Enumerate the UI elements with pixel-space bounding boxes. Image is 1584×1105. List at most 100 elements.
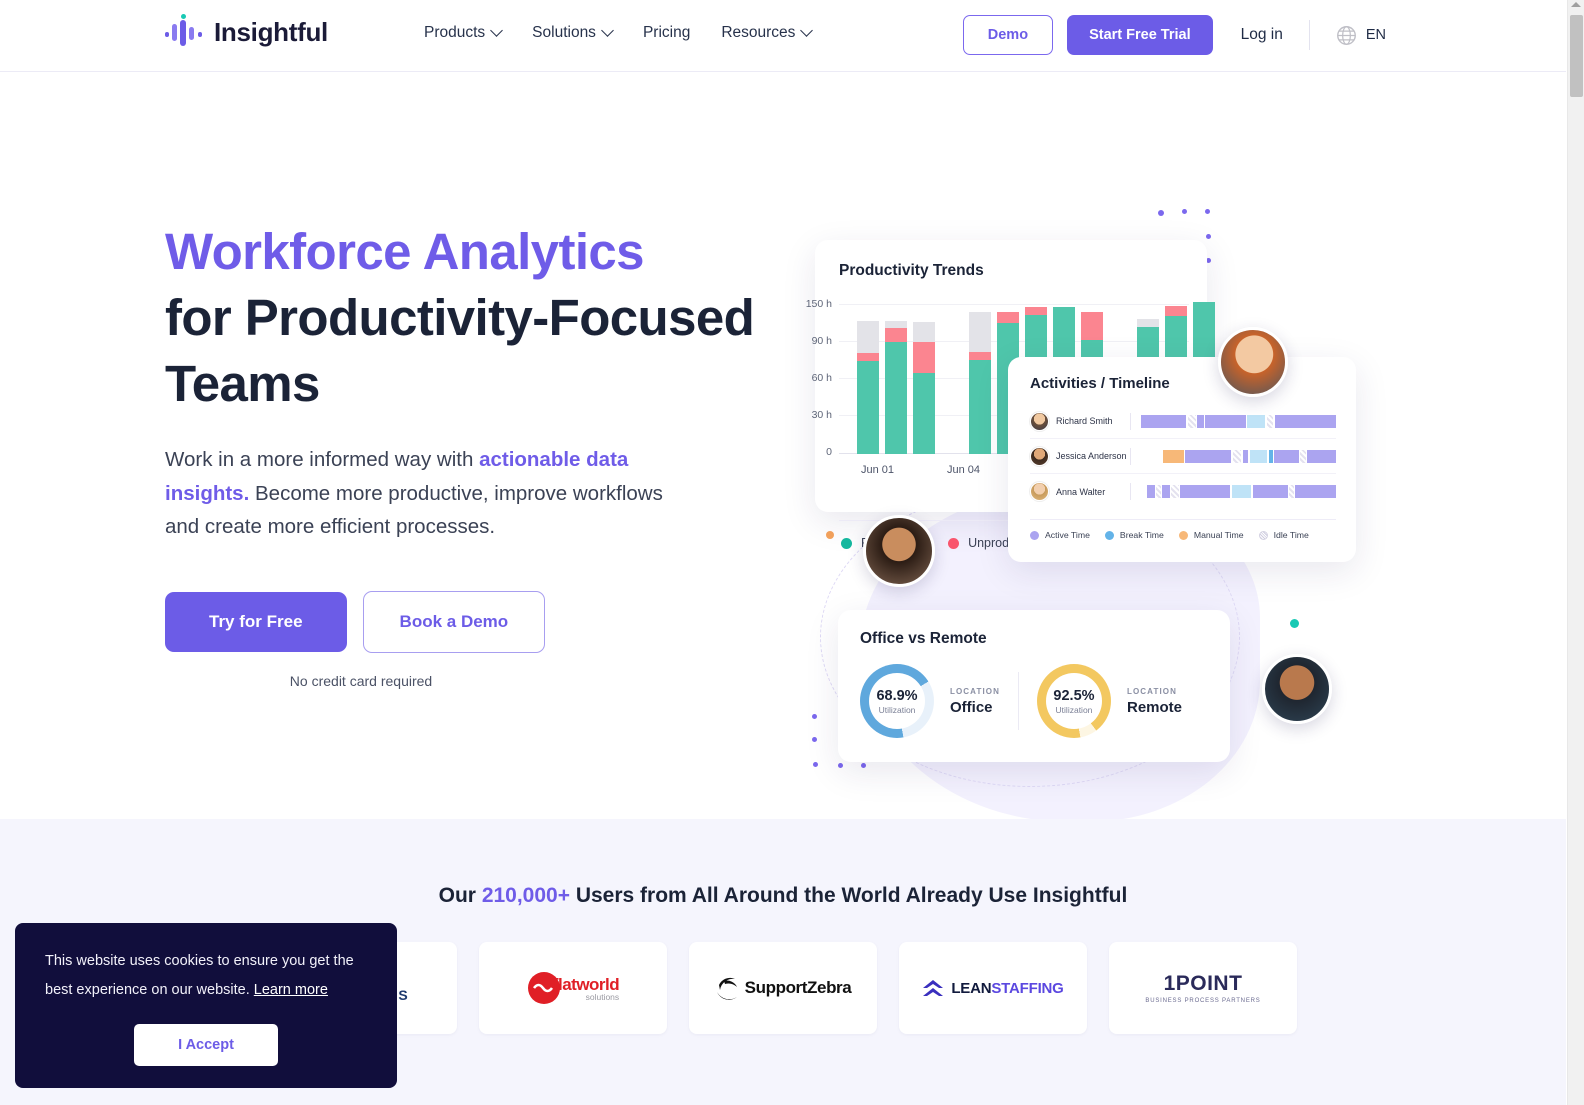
cookie-learn-more-link[interactable]: Learn more xyxy=(254,982,328,998)
hero-sub-part1: Work in a more informed way with xyxy=(165,448,480,471)
logo-card-flatworld[interactable]: flatworld solutions xyxy=(479,942,667,1034)
legend-label: Active Time xyxy=(1045,530,1090,540)
timeline-row[interactable]: Jessica Anderson xyxy=(1030,439,1337,474)
chart-bar xyxy=(913,321,935,454)
logo-sub: BUSINESS PROCESS PARTNERS xyxy=(1145,998,1261,1004)
logo-text: Insightful xyxy=(214,16,328,47)
decorative-dot xyxy=(1206,234,1211,239)
chart-bar-segment xyxy=(913,373,935,454)
chart-bar-segment xyxy=(969,360,991,454)
decorative-dot xyxy=(1290,619,1299,628)
book-a-demo-button[interactable]: Book a Demo xyxy=(362,590,546,653)
hero-cta-row: Try for Free Book a Demo xyxy=(165,590,785,653)
donut-caption: Utilization xyxy=(878,704,916,715)
language-selector[interactable]: EN xyxy=(1336,25,1386,46)
chart-bar-segment xyxy=(969,351,991,361)
logo-card-leanstaffing[interactable]: LEANSTAFFING xyxy=(899,942,1087,1034)
decorative-dot xyxy=(812,737,817,742)
divider xyxy=(1130,412,1131,430)
location-label: LOCATION xyxy=(1126,686,1177,696)
main-nav: Products Solutions Pricing Resources xyxy=(424,24,814,42)
chart-bar-segment xyxy=(913,342,935,374)
logo-card-1point[interactable]: 1POINT BUSINESS PROCESS PARTNERS xyxy=(1109,942,1297,1034)
location-value: Office xyxy=(950,698,993,716)
y-tick: 150 h xyxy=(805,298,832,310)
legend-dot-icon xyxy=(948,537,960,549)
decorative-dot xyxy=(1182,209,1187,214)
utilization-office: 68.9% Utilization LOCATION Office xyxy=(860,664,1000,738)
nav-item-solutions[interactable]: Solutions xyxy=(532,24,614,42)
decorative-dot xyxy=(812,714,817,719)
logo[interactable]: Insightful xyxy=(165,14,328,50)
x-tick: Jun 04 xyxy=(947,464,981,476)
chart-bar-segment xyxy=(1081,311,1103,340)
nav-item-resources[interactable]: Resources xyxy=(721,24,814,42)
chart-bar-segment xyxy=(969,311,991,352)
location-value: Remote xyxy=(1126,698,1182,716)
chart-bar-segment xyxy=(1165,305,1187,317)
remote-location-block: LOCATION Remote xyxy=(1127,687,1182,716)
login-link[interactable]: Log in xyxy=(1241,26,1283,44)
nav-label: Products xyxy=(424,24,486,41)
divider xyxy=(1017,672,1019,730)
avatar xyxy=(1030,411,1049,431)
donut-chart-remote: 92.5% Utilization xyxy=(1036,664,1111,738)
page-title: Workforce Analytics for Productivity-Foc… xyxy=(165,219,785,417)
insightful-logo-icon xyxy=(165,14,205,50)
donut-caption: Utilization xyxy=(1055,704,1093,715)
chart-bar-segment xyxy=(1025,306,1047,316)
proof-title-pre: Our xyxy=(438,884,482,907)
timeline-row-name: Richard Smith xyxy=(1056,416,1113,426)
timeline-row-name: Jessica Anderson xyxy=(1056,451,1127,461)
logo-card-supportzebra[interactable]: SupportZebra xyxy=(689,942,877,1034)
nav-label: Solutions xyxy=(532,24,596,41)
decorative-dot xyxy=(1158,210,1164,216)
logo-name: LEANSTAFFING xyxy=(951,979,1064,997)
supportzebra-mark-icon xyxy=(716,977,737,1000)
chart-bar-segment xyxy=(885,328,907,343)
y-tick: 30 h xyxy=(811,409,832,421)
chart-bar-segment xyxy=(857,361,879,454)
y-tick: 0 xyxy=(826,446,832,458)
nav-item-products[interactable]: Products xyxy=(424,24,504,42)
scrollbar-thumb[interactable] xyxy=(1570,15,1583,97)
chevron-down-icon xyxy=(601,24,614,37)
nav-item-pricing[interactable]: Pricing xyxy=(643,24,690,42)
legend-label: Break Time xyxy=(1119,530,1164,540)
timeline-row[interactable]: Richard Smith xyxy=(1030,404,1336,439)
activities-timeline-card: Activities / Timeline Richard Smith Jess… xyxy=(1008,357,1356,562)
legend-item-break-time: Break Time xyxy=(1104,530,1164,540)
chart-bar-segment xyxy=(997,311,1019,323)
chart-bar-segment xyxy=(885,342,907,454)
demo-button[interactable]: Demo xyxy=(962,15,1054,55)
card-title: Productivity Trends xyxy=(839,262,984,279)
chart-bar-segment xyxy=(1137,319,1159,327)
hero-copy: Workforce Analytics for Productivity-Foc… xyxy=(165,219,785,689)
scroll-up-arrow-icon[interactable] xyxy=(1571,2,1581,7)
hero-subtitle: Work in a more informed way with actiona… xyxy=(165,443,685,544)
no-credit-card-note: No credit card required xyxy=(289,672,433,689)
page-scrollbar[interactable] xyxy=(1567,0,1584,1105)
timeline-row[interactable]: Anna Walter xyxy=(1030,474,1336,509)
donut-chart-office: 68.9% Utilization xyxy=(860,664,934,738)
nav-label: Resources xyxy=(721,24,796,41)
nav-label: Pricing xyxy=(642,24,691,41)
decorative-dot xyxy=(826,531,834,539)
chart-bar-segment xyxy=(857,320,879,353)
social-proof-title: Our 210,000+ Users from All Around the W… xyxy=(0,819,1566,908)
utilization-remote: 92.5% Utilization LOCATION Remote xyxy=(1036,664,1182,738)
cookie-consent-banner: This website uses cookies to ensure you … xyxy=(15,923,397,1088)
chevron-down-icon xyxy=(490,24,504,37)
cookie-accept-button[interactable]: I Accept xyxy=(134,1024,278,1066)
legend-dot-icon xyxy=(1258,530,1268,540)
legend-dot-icon xyxy=(1030,530,1039,540)
start-free-trial-button[interactable]: Start Free Trial xyxy=(1067,15,1213,55)
try-for-free-button[interactable]: Try for Free xyxy=(165,591,347,652)
legend-dot-icon xyxy=(841,537,852,549)
legend-label: Idle Time xyxy=(1273,530,1309,540)
avatar xyxy=(1030,482,1049,501)
chart-bar xyxy=(969,311,991,454)
card-title: Office vs Remote xyxy=(860,630,987,647)
legend-item-idle-time: Idle Time xyxy=(1258,530,1309,540)
decorative-dot xyxy=(1205,209,1210,214)
